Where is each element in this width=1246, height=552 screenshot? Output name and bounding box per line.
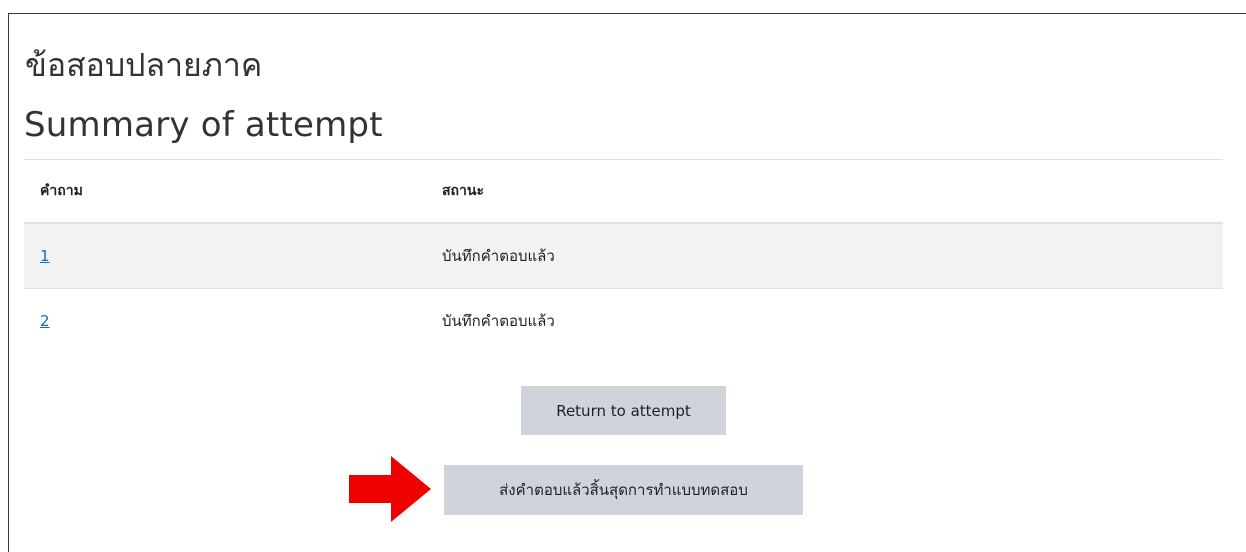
question-cell: 1 <box>24 222 442 289</box>
arrow-right-icon <box>349 456 431 522</box>
submit-all-and-finish-button[interactable]: ส่งคำตอบแล้วสิ้นสุดการทำแบบทดสอบ <box>444 465 803 515</box>
column-header-status: สถานะ <box>442 160 1223 224</box>
attempt-summary-table: คำถาม สถานะ 1 บันทึกคำตอบแล้ว 2 บันทึกคำ… <box>24 160 1223 353</box>
table-row: 2 บันทึกคำตอบแล้ว <box>24 288 1223 353</box>
return-to-attempt-button[interactable]: Return to attempt <box>521 386 726 435</box>
question-link-2[interactable]: 2 <box>40 312 50 330</box>
status-cell: บันทึกคำตอบแล้ว <box>442 222 1223 289</box>
question-cell: 2 <box>24 288 442 353</box>
table-header-row: คำถาม สถานะ <box>24 160 1223 224</box>
column-header-question: คำถาม <box>24 160 442 224</box>
table-row: 1 บันทึกคำตอบแล้ว <box>24 222 1223 289</box>
question-link-1[interactable]: 1 <box>40 247 50 265</box>
quiz-title: ข้อสอบปลายภาค <box>25 46 263 84</box>
summary-heading: Summary of attempt <box>24 105 383 145</box>
status-cell: บันทึกคำตอบแล้ว <box>442 288 1223 353</box>
